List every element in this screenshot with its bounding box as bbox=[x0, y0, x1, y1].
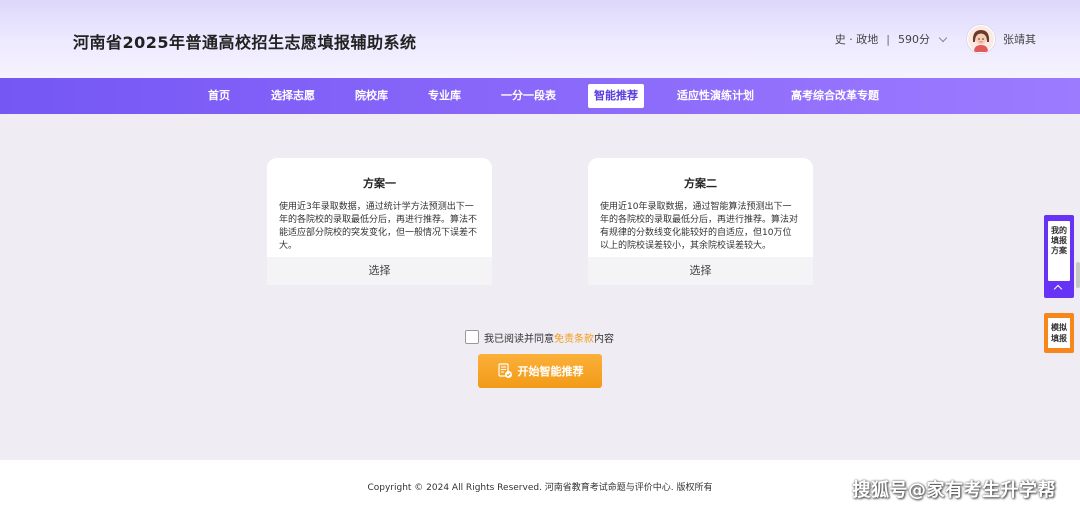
avatar[interactable] bbox=[966, 24, 996, 54]
terms-link[interactable]: 免责条款 bbox=[554, 330, 594, 345]
plan-description: 使用近3年录取数据，通过统计学方法预测出下一年的各院校的录取最低分后，再进行推荐… bbox=[279, 202, 478, 251]
watermark: 搜狐号@家有考生升学帮 bbox=[852, 480, 1056, 501]
document-check-icon bbox=[497, 363, 513, 379]
header: 河南省2025年普通高校招生志愿填报辅助系统 史 · 政地 | 590分 张靖其 bbox=[0, 0, 1080, 78]
my-plan-label: 我的填报方案 bbox=[1048, 221, 1070, 281]
plan-card-1: 方案一 使用近3年录取数据，通过统计学方法预测出下一年的各院校的录取最低分后，再… bbox=[267, 158, 492, 285]
subjects-selector[interactable]: 史 · 政地 bbox=[835, 31, 879, 47]
nav-item-choose-volunteer[interactable]: 选择志愿 bbox=[271, 78, 315, 114]
nav-item-score-table[interactable]: 一分一段表 bbox=[501, 78, 556, 114]
agreement-row: 我已阅读并同意 免责条款 内容 bbox=[465, 329, 614, 345]
select-plan-1-button[interactable]: 选择 bbox=[267, 257, 492, 285]
select-plan-2-button[interactable]: 选择 bbox=[588, 257, 813, 285]
nav-item-home[interactable]: 首页 bbox=[208, 78, 230, 114]
agreement-suffix: 内容 bbox=[594, 333, 614, 345]
agreement-prefix: 我已阅读并同意 bbox=[484, 333, 554, 345]
plan-title: 方案一 bbox=[363, 177, 396, 190]
nav-item-adaptive-drill[interactable]: 适应性演练计划 bbox=[677, 78, 754, 114]
mock-fill-side-tab[interactable]: 模拟填报 bbox=[1044, 313, 1074, 353]
start-recommend-button[interactable]: 开始智能推荐 bbox=[478, 354, 602, 388]
scrollbar-thumb[interactable] bbox=[1076, 262, 1080, 288]
plan-title: 方案二 bbox=[684, 177, 717, 190]
username[interactable]: 张靖其 bbox=[1003, 31, 1036, 47]
nav-item-major-library[interactable]: 专业库 bbox=[428, 78, 461, 114]
plan-description: 使用近10年录取数据，通过智能算法预测出下一年的各院校的录取最低分后，再进行推荐… bbox=[600, 202, 799, 251]
my-plan-side-tab[interactable]: 我的填报方案 bbox=[1044, 215, 1074, 298]
nav-item-smart-recommend[interactable]: 智能推荐 bbox=[588, 84, 644, 108]
chevron-down-icon[interactable] bbox=[938, 33, 948, 42]
site-title: 河南省2025年普通高校招生志愿填报辅助系统 bbox=[73, 33, 417, 52]
mock-fill-label: 模拟填报 bbox=[1048, 318, 1070, 348]
score-selector[interactable]: 590分 bbox=[898, 31, 930, 47]
start-recommend-label: 开始智能推荐 bbox=[517, 365, 584, 378]
separator: | bbox=[886, 32, 890, 46]
user-avatar-icon bbox=[968, 26, 994, 52]
footer: Copyright © 2024 All Rights Reserved. 河南… bbox=[0, 460, 1080, 512]
chevron-up-icon bbox=[1053, 284, 1063, 294]
nav-item-college-library[interactable]: 院校库 bbox=[355, 78, 388, 114]
plan-card-2: 方案二 使用近10年录取数据，通过智能算法预测出下一年的各院校的录取最低分后，再… bbox=[588, 158, 813, 285]
main-nav: 首页 选择志愿 院校库 专业库 一分一段表 智能推荐 适应性演练计划 高考综合改… bbox=[0, 78, 1080, 114]
agree-checkbox[interactable] bbox=[465, 330, 479, 344]
user-info: 史 · 政地 | 590分 张靖其 bbox=[835, 23, 1036, 55]
nav-item-reform-topic[interactable]: 高考综合改革专题 bbox=[791, 78, 879, 114]
